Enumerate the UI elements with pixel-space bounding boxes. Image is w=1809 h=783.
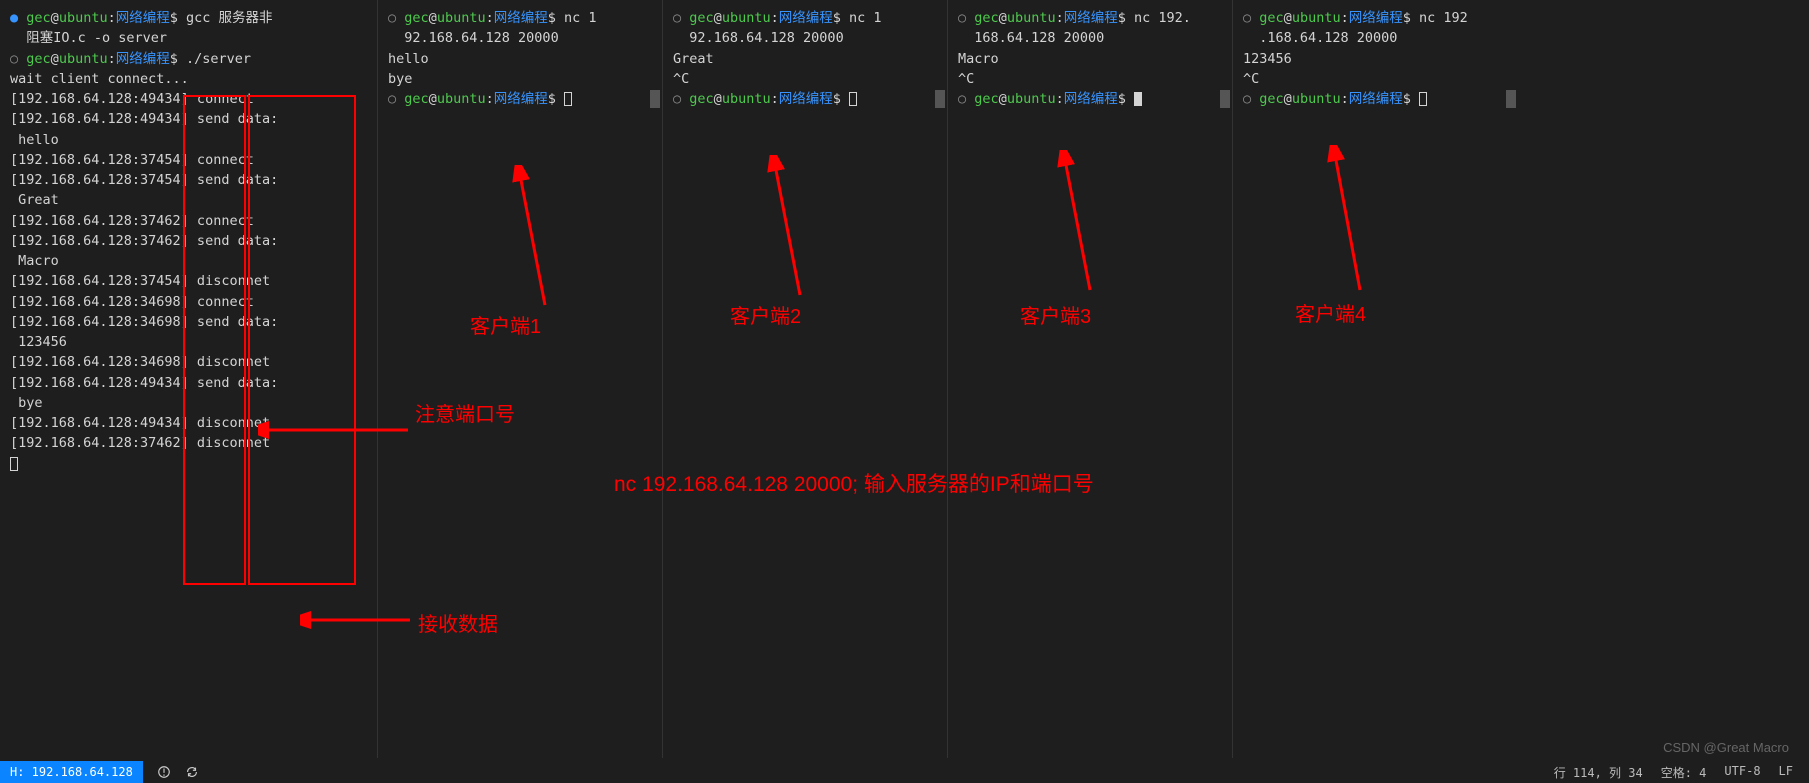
output-line: [192.168.64.128:37454] connect — [10, 150, 367, 170]
prompt-line: ● gec@ubuntu:网络编程$ gcc 服务器非 — [10, 8, 367, 28]
output-line: ^C — [958, 69, 1222, 89]
output-line: Great — [10, 190, 367, 210]
status-bar: H: 192.168.64.128 行 114, 列 34 空格: 4 UTF-… — [0, 761, 1809, 783]
prompt-line: ○ gec@ubuntu:网络编程$ — [388, 89, 652, 109]
output-line: Great — [673, 49, 937, 69]
terminal-pane-client-2[interactable]: ○ gec@ubuntu:网络编程$ nc 1 92.168.64.128 20… — [663, 0, 948, 758]
output-line: bye — [388, 69, 652, 89]
output-line: hello — [10, 130, 367, 150]
sync-icon[interactable] — [185, 765, 199, 779]
output-line: 123456 — [10, 332, 367, 352]
prompt-line: ○ gec@ubuntu:网络编程$ nc 1 — [673, 8, 937, 28]
output-line: [192.168.64.128:49434] send data: — [10, 109, 367, 129]
cursor-line — [10, 454, 367, 474]
output-line: [192.168.64.128:34698] connect — [10, 292, 367, 312]
watermark: CSDN @Great Macro — [1663, 740, 1789, 755]
status-line-col[interactable]: 行 114, 列 34 — [1554, 764, 1643, 781]
output-line: bye — [10, 393, 367, 413]
prompt-line: ○ gec@ubuntu:网络编程$ — [958, 89, 1222, 109]
status-host[interactable]: H: 192.168.64.128 — [0, 761, 143, 783]
output-line: wait client connect... — [10, 69, 367, 89]
cmd-continuation: 92.168.64.128 20000 — [388, 28, 652, 48]
output-line: [192.168.64.128:37462] disconnet — [10, 433, 367, 453]
output-line: 123456 — [1243, 49, 1508, 69]
output-line: [192.168.64.128:37454] disconnet — [10, 271, 367, 291]
status-spaces[interactable]: 空格: 4 — [1661, 764, 1707, 781]
warning-icon[interactable] — [157, 765, 171, 779]
output-line: ^C — [673, 69, 937, 89]
cmd-continuation: 168.64.128 20000 — [958, 28, 1222, 48]
cmd-continuation: 92.168.64.128 20000 — [673, 28, 937, 48]
status-eol[interactable]: LF — [1779, 764, 1793, 781]
prompt-line: ○ gec@ubuntu:网络编程$ nc 192 — [1243, 8, 1508, 28]
output-line: [192.168.64.128:34698] disconnet — [10, 352, 367, 372]
cmd-continuation: 阻塞IO.c -o server — [10, 28, 367, 48]
output-line: [192.168.64.128:37454] send data: — [10, 170, 367, 190]
output-line: ^C — [1243, 69, 1508, 89]
cmd-continuation: .168.64.128 20000 — [1243, 28, 1508, 48]
output-line: Macro — [10, 251, 367, 271]
output-line: hello — [388, 49, 652, 69]
prompt-line: ○ gec@ubuntu:网络编程$ nc 192. — [958, 8, 1222, 28]
prompt-line: ○ gec@ubuntu:网络编程$ — [673, 89, 937, 109]
terminal-pane-client-3[interactable]: ○ gec@ubuntu:网络编程$ nc 192. 168.64.128 20… — [948, 0, 1233, 758]
output-line: [192.168.64.128:49434] send data: — [10, 373, 367, 393]
status-encoding[interactable]: UTF-8 — [1724, 764, 1760, 781]
prompt-line: ○ gec@ubuntu:网络编程$ nc 1 — [388, 8, 652, 28]
scrollbar[interactable] — [1506, 90, 1516, 108]
output-line: [192.168.64.128:34698] send data: — [10, 312, 367, 332]
prompt-line: ○ gec@ubuntu:网络编程$ — [1243, 89, 1508, 109]
scrollbar[interactable] — [1220, 90, 1230, 108]
output-line: [192.168.64.128:49434] connect — [10, 89, 367, 109]
terminal-pane-server[interactable]: ● gec@ubuntu:网络编程$ gcc 服务器非 阻塞IO.c -o se… — [0, 0, 378, 758]
output-line: [192.168.64.128:49434] disconnet — [10, 413, 367, 433]
output-line: [192.168.64.128:37462] connect — [10, 211, 367, 231]
output-line: Macro — [958, 49, 1222, 69]
prompt-line: ○ gec@ubuntu:网络编程$ ./server — [10, 49, 367, 69]
terminal-pane-client-1[interactable]: ○ gec@ubuntu:网络编程$ nc 1 92.168.64.128 20… — [378, 0, 663, 758]
output-line: [192.168.64.128:37462] send data: — [10, 231, 367, 251]
terminal-pane-client-4[interactable]: ○ gec@ubuntu:网络编程$ nc 192 .168.64.128 20… — [1233, 0, 1518, 758]
scrollbar[interactable] — [935, 90, 945, 108]
scrollbar[interactable] — [650, 90, 660, 108]
